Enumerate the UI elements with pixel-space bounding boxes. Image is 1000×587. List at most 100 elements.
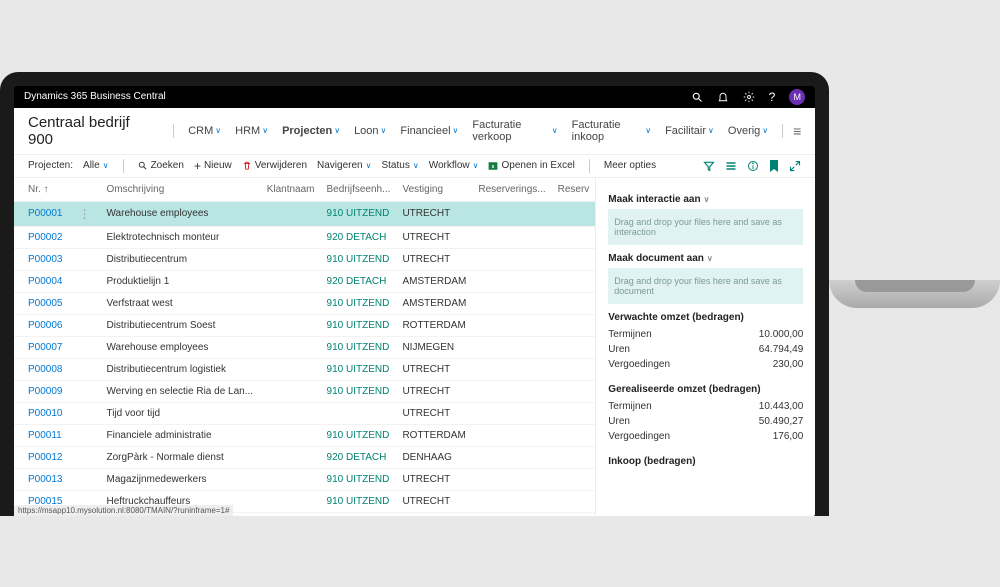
cell-nr[interactable]: P00005	[14, 292, 68, 314]
col-omschrijving[interactable]: Omschrijving	[100, 178, 260, 202]
cell-bedrijf[interactable]: 910 UITZEND	[321, 512, 397, 516]
cell-bedrijf[interactable]: 910 UITZEND	[321, 248, 397, 270]
expand-icon[interactable]	[789, 160, 801, 172]
table-row[interactable]: P00005Verfstraat west910 UITZENDAMSTERDA…	[14, 292, 595, 314]
cell-reserverings	[472, 424, 551, 446]
cell-nr[interactable]: P00011	[14, 424, 68, 446]
table-row[interactable]: P00003Distributiecentrum910 UITZENDUTREC…	[14, 248, 595, 270]
menu-hrm[interactable]: HRM∨	[231, 117, 272, 145]
kv-row: Vergoedingen176,00	[608, 429, 803, 444]
table-row[interactable]: P00004Produktielijn 1920 DETACHAMSTERDAM	[14, 270, 595, 292]
cell-reserverings	[472, 292, 551, 314]
kv-value: 50.490,27	[759, 416, 804, 427]
cell-bedrijf[interactable]: 910 UITZEND	[321, 292, 397, 314]
cell-nr[interactable]: P00010	[14, 402, 68, 424]
cell-bedrijf[interactable]: 910 UITZEND	[321, 201, 397, 226]
gear-icon[interactable]	[743, 91, 755, 103]
cell-bedrijf[interactable]: 920 DETACH	[321, 270, 397, 292]
table-row[interactable]: P00002Elektrotechnisch monteur920 DETACH…	[14, 226, 595, 248]
menu-projecten[interactable]: Projecten∨	[278, 117, 344, 145]
kv-row: Uren50.490,27	[608, 414, 803, 429]
cell-nr[interactable]: P00002	[14, 226, 68, 248]
interactie-dropzone[interactable]: Drag and drop your files here and save a…	[608, 209, 803, 245]
workflow-action[interactable]: Workflow∨	[429, 160, 479, 171]
help-icon[interactable]: ?	[769, 90, 776, 104]
inkoop-head: Inkoop (bedragen)	[608, 456, 803, 467]
cell-bedrijf[interactable]: 910 UITZEND	[321, 490, 397, 512]
bell-icon[interactable]	[717, 91, 729, 103]
hamburger-icon[interactable]: ≡	[793, 123, 801, 139]
row-more-icon[interactable]: ⋮	[68, 201, 100, 226]
table-row[interactable]: P00011Financiele administratie910 UITZEN…	[14, 424, 595, 446]
bookmark-icon[interactable]	[769, 160, 779, 172]
more-options[interactable]: Meer opties	[604, 160, 656, 171]
chevron-down-icon: ∨	[334, 126, 340, 135]
avatar[interactable]: M	[789, 89, 805, 105]
cell-bedrijf[interactable]: 910 UITZEND	[321, 358, 397, 380]
new-action[interactable]: +Nieuw	[194, 159, 232, 173]
menu-financieel[interactable]: Financieel∨	[396, 117, 462, 145]
cell-bedrijf[interactable]: 920 DETACH	[321, 446, 397, 468]
cell-nr[interactable]: P00012	[14, 446, 68, 468]
cell-nr[interactable]: P00004	[14, 270, 68, 292]
col-reserv[interactable]: Reserv	[552, 178, 596, 202]
cell-nr[interactable]: P00009	[14, 380, 68, 402]
cell-bedrijf[interactable]: 910 UITZEND	[321, 314, 397, 336]
menu-overig[interactable]: Overig∨	[724, 117, 772, 145]
cell-vestiging: NIJMEGEN	[396, 336, 472, 358]
cell-bedrijf[interactable]: 910 UITZEND	[321, 380, 397, 402]
search-icon[interactable]	[691, 91, 703, 103]
cell-reserverings	[472, 226, 551, 248]
col-reserverings[interactable]: Reserverings...	[472, 178, 551, 202]
menu-crm[interactable]: CRM∨	[184, 117, 225, 145]
cell-nr[interactable]: P00013	[14, 468, 68, 490]
table-row[interactable]: P00009Werving en selectie Ria de Lan...9…	[14, 380, 595, 402]
data-grid[interactable]: Nr. ↑ OmschrijvingKlantnaamBedrijfseenh..…	[14, 178, 595, 516]
cell-bedrijf[interactable]: 920 DETACH	[321, 226, 397, 248]
cell-klant	[261, 512, 321, 516]
cell-nr[interactable]: P00006	[14, 314, 68, 336]
cell-reserverings	[472, 468, 551, 490]
table-row[interactable]: P00007Warehouse employees910 UITZENDNIJM…	[14, 336, 595, 358]
company-name[interactable]: Centraal bedrijf 900	[28, 114, 153, 148]
table-row[interactable]: P00010Tijd voor tijdUTRECHT	[14, 402, 595, 424]
menu-facturatie inkoop[interactable]: Facturatie inkoop∨	[568, 117, 655, 145]
cell-nr[interactable]: P00007	[14, 336, 68, 358]
factbox-interactie-head[interactable]: Maak interactie aan∨	[608, 194, 803, 205]
table-row[interactable]: P00013Magazijnmedewerkers910 UITZENDUTRE…	[14, 468, 595, 490]
col-klantnaam[interactable]: Klantnaam	[261, 178, 321, 202]
cell-reserv	[552, 446, 596, 468]
cell-bedrijf[interactable]: 910 UITZEND	[321, 468, 397, 490]
kv-row: Uren64.794,49	[608, 342, 803, 357]
status-action[interactable]: Status∨	[381, 160, 418, 171]
menu-label: Facturatie verkoop	[472, 119, 549, 143]
col-vestiging[interactable]: Vestiging	[396, 178, 472, 202]
info-icon[interactable]	[747, 160, 759, 172]
filter-icon[interactable]	[703, 160, 715, 172]
cell-nr[interactable]: P00001	[14, 201, 68, 226]
cell-nr[interactable]: P00003	[14, 248, 68, 270]
view-filter[interactable]: Alle∨	[83, 160, 109, 171]
row-more-icon	[68, 468, 100, 490]
excel-action[interactable]: xOpenen in Excel	[488, 160, 574, 171]
cell-klant	[261, 424, 321, 446]
search-action[interactable]: Zoeken	[138, 160, 184, 171]
factbox-document-head[interactable]: Maak document aan∨	[608, 253, 803, 264]
table-row[interactable]: P00001⋮Warehouse employees910 UITZENDUTR…	[14, 201, 595, 226]
menu-facturatie verkoop[interactable]: Facturatie verkoop∨	[468, 117, 561, 145]
menu-loon[interactable]: Loon∨	[350, 117, 390, 145]
menu-facilitair[interactable]: Facilitair∨	[661, 117, 718, 145]
document-dropzone[interactable]: Drag and drop your files here and save a…	[608, 268, 803, 304]
cell-bedrijf[interactable]: 910 UITZEND	[321, 424, 397, 446]
table-row[interactable]: P00012ZorgPàrk - Normale dienst920 DETAC…	[14, 446, 595, 468]
navigate-action[interactable]: Navigeren∨	[317, 160, 371, 171]
table-row[interactable]: P00006Distributiecentrum Soest910 UITZEN…	[14, 314, 595, 336]
cell-bedrijf[interactable]: 910 UITZEND	[321, 336, 397, 358]
col-nr[interactable]: Nr. ↑	[14, 178, 68, 202]
kv-value: 230,00	[773, 359, 804, 370]
cell-nr[interactable]: P00008	[14, 358, 68, 380]
col-bedrijf[interactable]: Bedrijfseenh...	[321, 178, 397, 202]
delete-action[interactable]: Verwijderen	[242, 160, 307, 171]
table-row[interactable]: P00008Distributiecentrum logistiek910 UI…	[14, 358, 595, 380]
list-view-icon[interactable]	[725, 160, 737, 172]
